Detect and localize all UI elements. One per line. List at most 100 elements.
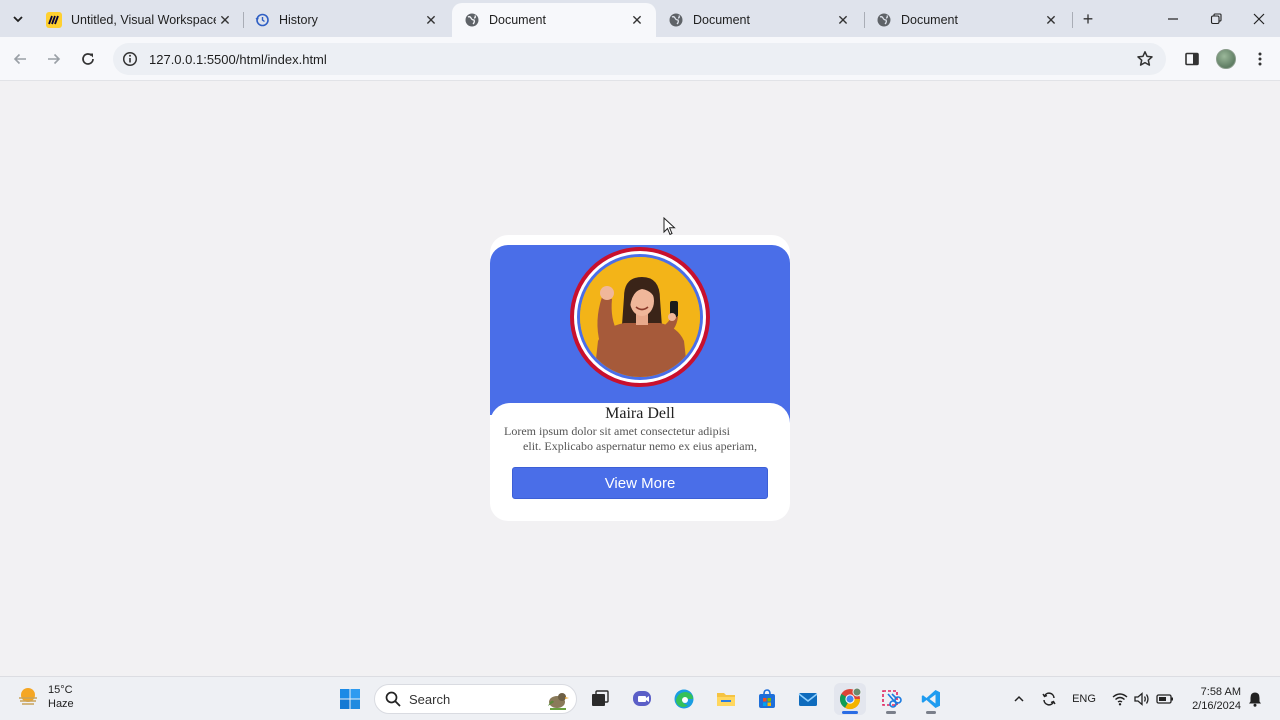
globe-icon — [464, 12, 480, 28]
url-text: 127.0.0.1:5500/html/index.html — [149, 51, 327, 67]
close-icon[interactable]: ✕ — [422, 11, 440, 29]
system-clock[interactable]: 7:58 AM 2/16/2024 — [1185, 685, 1241, 713]
weather-description: Haze — [48, 698, 74, 710]
windows-logo-icon — [340, 689, 360, 709]
edge-app[interactable] — [668, 683, 700, 715]
arrow-right-icon — [48, 53, 61, 65]
globe-icon — [876, 12, 892, 28]
weather-temperature: 15°C — [48, 684, 73, 696]
minimize-button[interactable] — [1158, 6, 1188, 32]
edge-browser-icon — [674, 689, 694, 709]
sync-status-button[interactable] — [1038, 687, 1060, 711]
notifications-button[interactable] — [1246, 687, 1264, 711]
back-button[interactable] — [8, 47, 32, 71]
more-vert-icon — [1258, 52, 1262, 66]
profile-name: Maira Dell — [605, 405, 675, 422]
battery-icon — [1156, 694, 1173, 704]
sync-icon — [1042, 692, 1056, 706]
new-tab-button[interactable]: + — [1077, 8, 1099, 30]
reload-icon — [82, 53, 94, 65]
microsoft-store-app[interactable] — [751, 683, 783, 715]
tab-strip: Untitled, Visual Workspace f ✕ History ✕… — [0, 0, 1280, 37]
tab-miro[interactable]: Untitled, Visual Workspace f ✕ — [34, 3, 244, 37]
avatar — [1216, 49, 1236, 69]
chrome-app[interactable] — [834, 683, 866, 715]
vscode-app[interactable] — [915, 683, 947, 715]
close-icon[interactable]: ✕ — [1042, 11, 1060, 29]
battery-button[interactable] — [1155, 687, 1175, 711]
haze-sun-icon — [19, 688, 37, 705]
wifi-button[interactable] — [1110, 687, 1130, 711]
tab-title: Document — [489, 13, 546, 27]
restore-button[interactable] — [1201, 6, 1231, 32]
tab-document[interactable]: Document ✕ — [656, 3, 862, 37]
profile-card: Maira Dell Lorem ipsum dolor sit amet co… — [490, 235, 790, 521]
taskbar-search[interactable]: Search — [374, 684, 577, 714]
chrome-icon — [839, 687, 862, 710]
task-view-app[interactable] — [584, 683, 616, 715]
store-bag-icon — [759, 689, 775, 708]
notification-bell-icon — [1249, 692, 1261, 707]
tab-document-active[interactable]: Document ✕ — [452, 3, 656, 37]
input-language[interactable]: ENG — [1068, 687, 1100, 711]
chevron-up-icon — [1014, 695, 1024, 702]
close-window-button[interactable] — [1244, 6, 1274, 32]
mouse-cursor-icon — [663, 217, 676, 236]
profile-button[interactable] — [1216, 49, 1236, 69]
bookmark-star-icon[interactable] — [1136, 50, 1154, 68]
tab-search-button[interactable] — [6, 7, 30, 31]
site-info-icon[interactable] — [122, 51, 138, 67]
snipping-tool-app[interactable] — [875, 683, 907, 715]
address-bar[interactable]: 127.0.0.1:5500/html/index.html — [113, 43, 1166, 75]
forward-button[interactable] — [42, 47, 66, 71]
teams-chat-icon — [633, 691, 651, 706]
profile-photo — [580, 257, 700, 377]
close-icon[interactable]: ✕ — [216, 11, 234, 29]
windows-taskbar: 15°C Haze Search ENG 7:58 AM 2/16/2024 — [0, 676, 1280, 720]
description-line: elit. Explicabo aspernatur nemo ex eius … — [523, 439, 757, 453]
plus-icon: + — [1082, 8, 1094, 29]
restore-icon — [1210, 13, 1222, 25]
mail-app[interactable] — [792, 683, 824, 715]
close-icon[interactable]: ✕ — [834, 11, 852, 29]
teams-app[interactable] — [626, 683, 658, 715]
side-panel-button[interactable] — [1182, 49, 1202, 69]
folder-icon — [717, 693, 735, 706]
tab-title: Untitled, Visual Workspace f — [71, 13, 216, 27]
wifi-icon — [1112, 693, 1128, 706]
tab-title: Document — [901, 13, 958, 27]
side-panel-icon — [1185, 52, 1199, 66]
person-illustration — [580, 257, 700, 377]
vscode-icon — [921, 690, 940, 708]
view-more-button[interactable]: View More — [512, 467, 768, 499]
tab-title: History — [279, 13, 318, 27]
close-icon[interactable]: ✕ — [628, 11, 646, 29]
volume-button[interactable] — [1132, 687, 1152, 711]
menu-button[interactable] — [1250, 49, 1270, 69]
miro-icon — [46, 12, 62, 28]
history-icon — [254, 12, 270, 28]
mail-envelope-icon — [798, 693, 818, 706]
task-view-icon — [592, 690, 609, 706]
browser-toolbar: 127.0.0.1:5500/html/index.html — [0, 37, 1280, 81]
file-explorer-app[interactable] — [710, 683, 742, 715]
search-highlight-bird-icon — [548, 693, 569, 710]
clock-date: 2/16/2024 — [1192, 700, 1241, 712]
tab-document[interactable]: Document ✕ — [864, 3, 1070, 37]
page-viewport: Maira Dell Lorem ipsum dolor sit amet co… — [0, 81, 1280, 677]
minimize-icon — [1168, 18, 1178, 20]
avatar-frame — [570, 247, 710, 387]
weather-widget[interactable]: 15°C Haze — [16, 683, 74, 711]
show-hidden-icons-button[interactable] — [1010, 687, 1028, 711]
profile-description: Lorem ipsum dolor sit amet consectetur a… — [504, 424, 776, 454]
reload-button[interactable] — [76, 47, 100, 71]
arrow-left-icon — [13, 53, 26, 65]
start-button[interactable] — [334, 683, 366, 715]
tab-separator — [1072, 12, 1073, 28]
tab-history[interactable]: History ✕ — [242, 3, 450, 37]
speaker-icon — [1134, 692, 1149, 706]
search-placeholder: Search — [409, 691, 451, 707]
chevron-down-icon — [13, 16, 23, 23]
clock-time: 7:58 AM — [1200, 686, 1241, 698]
search-icon — [385, 691, 401, 707]
